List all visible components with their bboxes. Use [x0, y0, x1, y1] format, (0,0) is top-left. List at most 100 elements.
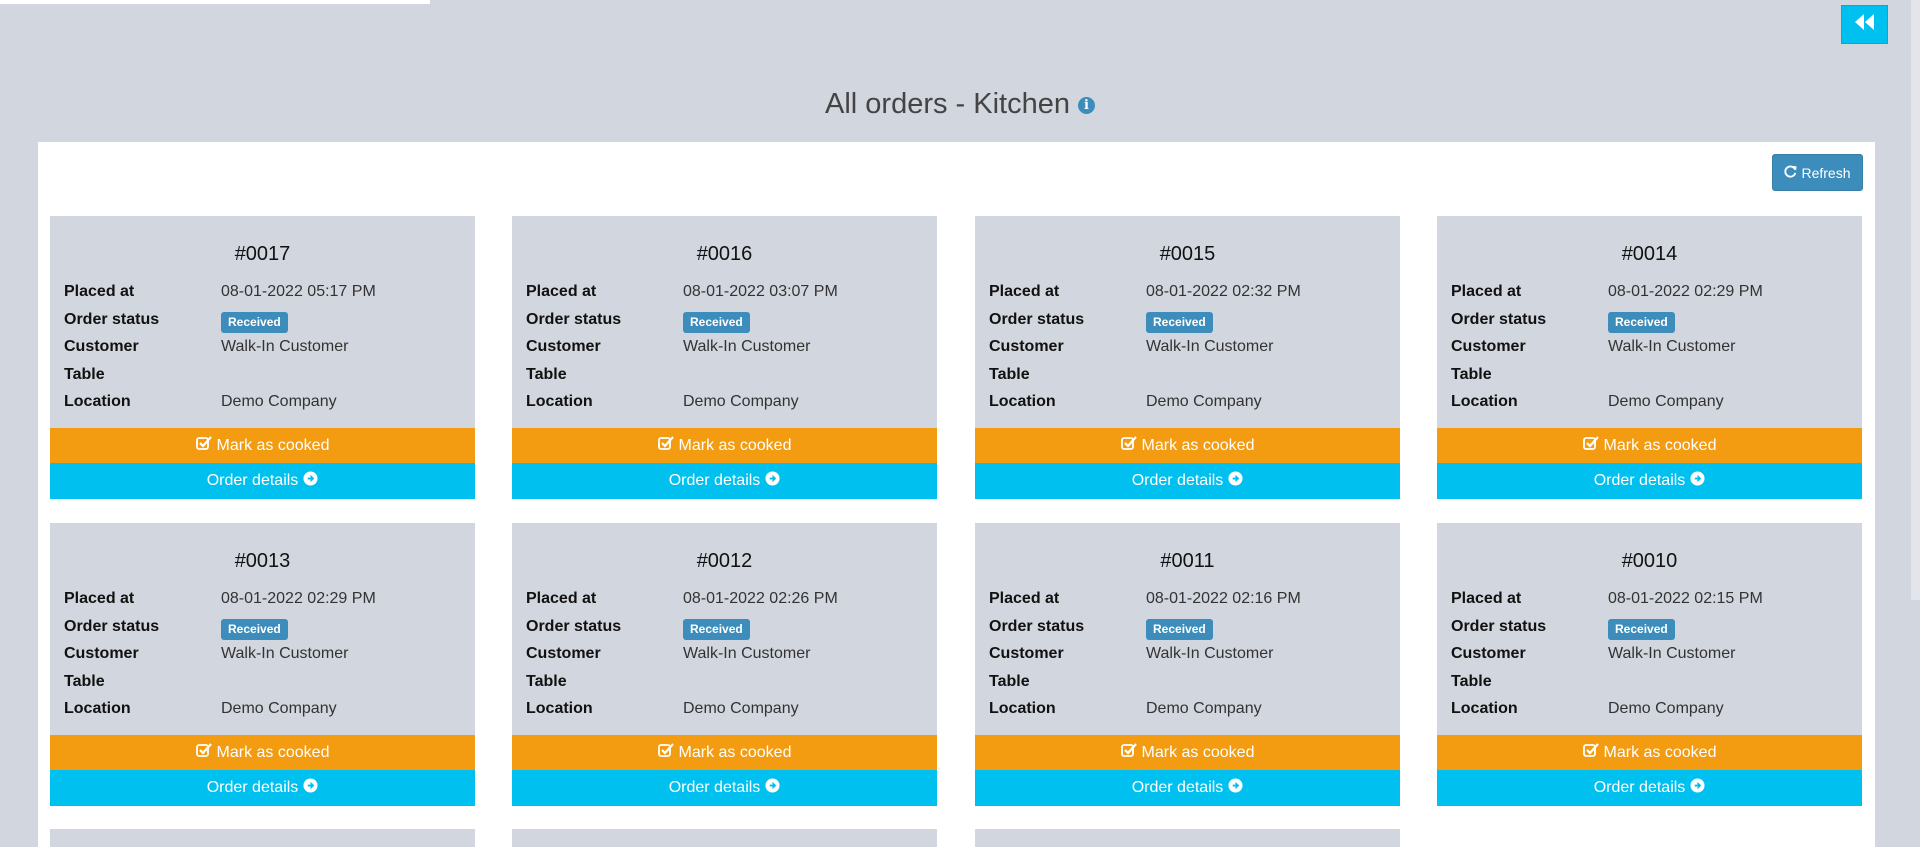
- mark-as-cooked-button[interactable]: Mark as cooked: [50, 428, 475, 463]
- table-row: Table: [989, 364, 1389, 386]
- mark-as-cooked-button[interactable]: Mark as cooked: [975, 735, 1400, 770]
- placed-at-row: Placed at 08-01-2022 02:29 PM: [64, 588, 464, 610]
- order-status-label: Order status: [1451, 311, 1547, 328]
- mark-as-cooked-button[interactable]: Mark as cooked: [1437, 428, 1862, 463]
- check-square-icon: [657, 742, 674, 763]
- table-label: Table: [526, 366, 567, 383]
- order-details-button[interactable]: Order details: [975, 463, 1400, 499]
- location-row: Location Demo Company: [1451, 391, 1851, 413]
- table-label: Table: [989, 673, 1030, 690]
- order-status-label: Order status: [1451, 618, 1547, 635]
- mark-as-cooked-label: Mark as cooked: [216, 436, 330, 454]
- customer-label: Customer: [1451, 338, 1526, 355]
- order-number: #0014: [1621, 243, 1678, 265]
- refresh-button[interactable]: Refresh: [1772, 154, 1863, 191]
- check-square-icon: [1120, 435, 1137, 456]
- placed-at-row: Placed at 08-01-2022 03:07 PM: [526, 281, 926, 303]
- info-circle-icon[interactable]: i: [1078, 96, 1095, 114]
- order-details-button[interactable]: Order details: [512, 463, 937, 499]
- mark-as-cooked-button[interactable]: Mark as cooked: [512, 428, 937, 463]
- mark-as-cooked-label: Mark as cooked: [678, 436, 792, 454]
- customer-label: Customer: [64, 645, 139, 662]
- order-status-label: Order status: [64, 618, 160, 635]
- order-details-label: Order details: [1593, 472, 1686, 489]
- arrow-circle-right-icon: [1228, 471, 1243, 491]
- arrow-circle-right-icon: [303, 471, 318, 491]
- order-status-value: Received: [1608, 309, 1675, 333]
- customer-row: Customer Walk-In Customer: [1451, 643, 1851, 665]
- table-label: Table: [526, 673, 567, 690]
- order-status-value: Received: [1608, 616, 1675, 640]
- order-card-partial: [512, 829, 937, 847]
- order-status-row: Order status Received: [64, 616, 464, 640]
- order-status-value: Received: [221, 616, 288, 640]
- status-badge: Received: [1608, 312, 1675, 333]
- status-badge: Received: [221, 312, 288, 333]
- status-badge: Received: [683, 619, 750, 640]
- scrollbar-track[interactable]: [1911, 0, 1920, 847]
- mark-as-cooked-label: Mark as cooked: [1141, 436, 1255, 454]
- customer-value: Walk-In Customer: [221, 645, 349, 662]
- order-number: #0011: [1160, 550, 1215, 572]
- order-details-label: Order details: [1131, 472, 1224, 489]
- order-card: #0010 Placed at 08-01-2022 02:15 PM Order s…: [1437, 523, 1862, 806]
- location-label: Location: [526, 700, 593, 717]
- check-square-icon: [657, 435, 674, 456]
- customer-label: Customer: [1451, 645, 1526, 662]
- placed-at-row: Placed at 08-01-2022 02:26 PM: [526, 588, 926, 610]
- table-label: Table: [1451, 673, 1492, 690]
- order-details-button[interactable]: Order details: [1437, 770, 1862, 806]
- customer-value: Walk-In Customer: [683, 338, 811, 355]
- order-details-button[interactable]: Order details: [50, 770, 475, 806]
- customer-row: Customer Walk-In Customer: [526, 336, 926, 358]
- placed-at-value: 08-01-2022 02:15 PM: [1608, 590, 1763, 607]
- mark-as-cooked-button[interactable]: Mark as cooked: [512, 735, 937, 770]
- customer-label: Customer: [989, 645, 1064, 662]
- order-details-label: Order details: [1131, 779, 1224, 796]
- order-status-row: Order status Received: [989, 309, 1389, 333]
- placed-at-row: Placed at 08-01-2022 02:29 PM: [1451, 281, 1851, 303]
- arrow-circle-right-icon: [765, 471, 780, 491]
- arrow-circle-right-icon: [1690, 778, 1705, 798]
- table-label: Table: [1451, 366, 1492, 383]
- order-number: #0010: [1621, 550, 1678, 572]
- back-button[interactable]: [1841, 5, 1888, 44]
- order-number: #0015: [1159, 243, 1216, 265]
- mark-as-cooked-label: Mark as cooked: [1141, 743, 1255, 761]
- arrow-circle-right-icon: [1690, 471, 1705, 491]
- order-details-button[interactable]: Order details: [1437, 463, 1862, 499]
- order-number: #0013: [234, 550, 291, 572]
- order-status-row: Order status Received: [1451, 309, 1851, 333]
- placed-at-value: 08-01-2022 02:29 PM: [221, 590, 376, 607]
- table-row: Table: [526, 364, 926, 386]
- order-details-button[interactable]: Order details: [512, 770, 937, 806]
- customer-value: Walk-In Customer: [1608, 645, 1736, 662]
- table-row: Table: [64, 671, 464, 693]
- location-value: Demo Company: [1146, 700, 1262, 717]
- arrow-circle-right-icon: [1228, 778, 1243, 798]
- check-square-icon: [195, 435, 212, 456]
- location-row: Location Demo Company: [989, 698, 1389, 720]
- order-details-button[interactable]: Order details: [50, 463, 475, 499]
- refresh-icon: [1784, 165, 1798, 181]
- mark-as-cooked-button[interactable]: Mark as cooked: [975, 428, 1400, 463]
- order-details-button[interactable]: Order details: [975, 770, 1400, 806]
- location-row: Location Demo Company: [526, 391, 926, 413]
- order-card: #0011 Placed at 08-01-2022 02:16 PM Order s…: [975, 523, 1400, 806]
- table-label: Table: [989, 366, 1030, 383]
- order-status-value: Received: [221, 309, 288, 333]
- status-badge: Received: [221, 619, 288, 640]
- mark-as-cooked-label: Mark as cooked: [1603, 743, 1717, 761]
- check-square-icon: [195, 742, 212, 763]
- mark-as-cooked-button[interactable]: Mark as cooked: [1437, 735, 1862, 770]
- mark-as-cooked-button[interactable]: Mark as cooked: [50, 735, 475, 770]
- location-label: Location: [526, 393, 593, 410]
- refresh-label: Refresh: [1801, 164, 1851, 181]
- order-card-partial: [975, 829, 1400, 847]
- table-label: Table: [64, 673, 105, 690]
- placed-at-label: Placed at: [1451, 590, 1522, 607]
- order-card: #0015 Placed at 08-01-2022 02:32 PM Order s…: [975, 216, 1400, 499]
- placed-at-label: Placed at: [989, 283, 1060, 300]
- arrow-circle-right-icon: [765, 778, 780, 798]
- arrow-circle-right-icon: [303, 778, 318, 798]
